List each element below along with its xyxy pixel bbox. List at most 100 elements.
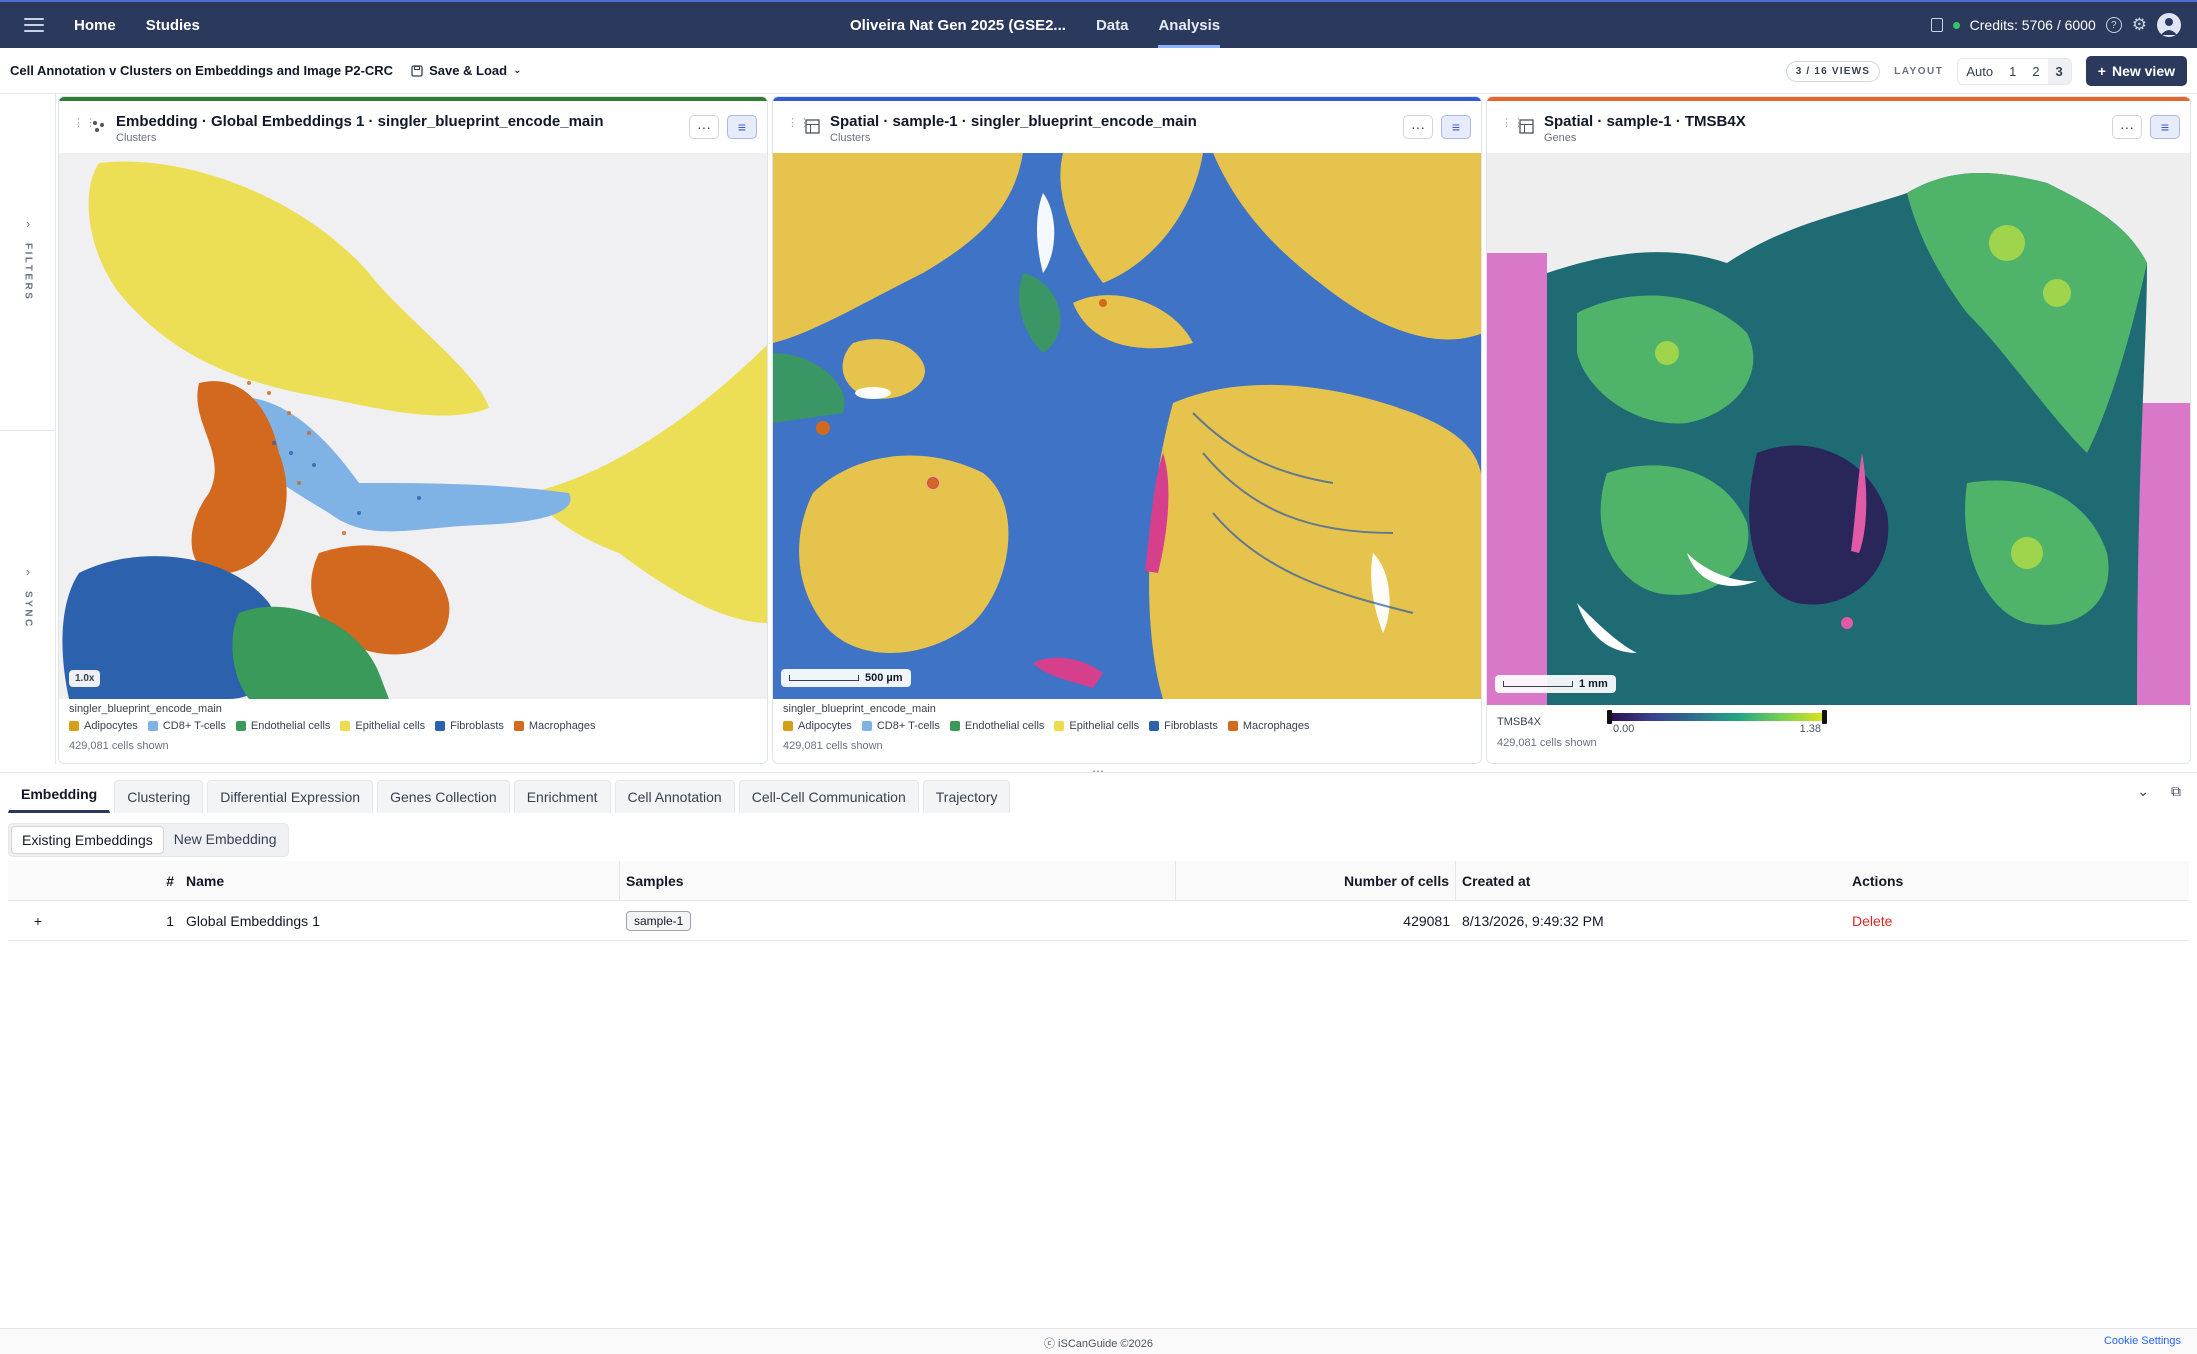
panel-header: ⋮⋮ Spatial · sample-1 · singler_blueprin… xyxy=(773,97,1481,153)
logo-icon: ⓒ xyxy=(1043,1338,1059,1350)
scale-bar-label: 1 mm xyxy=(1579,678,1608,690)
drag-handle-icon[interactable]: ⋮⋮ xyxy=(787,118,810,129)
layout-2[interactable]: 2 xyxy=(2024,59,2047,84)
filter-button[interactable]: ≡ xyxy=(727,115,757,139)
sync-label: SYNC xyxy=(22,591,34,629)
legend-item-cd8-t-cells[interactable]: CD8+ T-cells xyxy=(861,720,940,732)
grid-icon xyxy=(1519,119,1534,134)
layout-auto[interactable]: Auto xyxy=(1958,59,2001,84)
colorbar-max: 1.38 xyxy=(1799,723,1821,735)
column-header-created[interactable]: Created at xyxy=(1456,873,1846,889)
bottom-panel: Embedding Clustering Differential Expres… xyxy=(0,772,2197,1328)
embeddings-table: # Name Samples Number of cells Created a… xyxy=(8,860,2189,941)
legend-item-epithelial[interactable]: Epithelial cells xyxy=(340,720,425,732)
legend-item-endothelial[interactable]: Endothelial cells xyxy=(949,720,1045,732)
panel-title: Spatial · sample-1 · TMSB4X xyxy=(1544,113,1746,130)
legend-item-fibroblasts[interactable]: Fibroblasts xyxy=(1149,720,1218,732)
legend-item-endothelial[interactable]: Endothelial cells xyxy=(235,720,331,732)
panel-subtitle: Genes xyxy=(1544,132,1577,144)
layout-3[interactable]: 3 xyxy=(2047,58,2071,84)
subtab-existing-embeddings[interactable]: Existing Embeddings xyxy=(11,826,164,854)
legend-label: Adipocytes xyxy=(84,720,138,732)
swatch xyxy=(69,721,79,731)
tab-cell-cell-communication[interactable]: Cell-Cell Communication xyxy=(738,780,919,813)
new-view-button[interactable]: + New view xyxy=(2085,56,2187,86)
swatch xyxy=(1054,721,1065,731)
created-at: 8/13/2026, 9:49:32 PM xyxy=(1462,912,1604,929)
color-scale[interactable]: 0.00 1.38 xyxy=(1607,710,1827,735)
legend-label: Fibroblasts xyxy=(450,720,504,732)
range-min-handle[interactable] xyxy=(1607,710,1612,724)
drag-handle-icon[interactable]: ⋮⋮ xyxy=(1501,118,1524,129)
avatar[interactable] xyxy=(2157,13,2181,37)
more-options-button[interactable]: ··· xyxy=(689,115,719,139)
tab-embedding[interactable]: Embedding xyxy=(8,777,111,813)
spatial-clusters-panel: ⋮⋮ Spatial · sample-1 · singler_blueprin… xyxy=(772,96,1482,764)
embedding-plot[interactable]: 1.0x xyxy=(59,153,767,699)
cells-shown-count: 429,081 cells shown xyxy=(783,740,883,752)
legend-items: Adipocytes CD8+ T-cells Endothelial cell… xyxy=(783,720,1471,732)
filters-label: FILTERS xyxy=(22,243,34,302)
legend-item-fibroblasts[interactable]: Fibroblasts xyxy=(435,720,504,732)
spatial-cluster-image[interactable]: 500 µm xyxy=(773,153,1481,699)
tab-clustering[interactable]: Clustering xyxy=(114,780,204,813)
column-header-cells[interactable]: Number of cells xyxy=(1176,860,1456,901)
column-header-samples[interactable]: Samples xyxy=(620,860,1176,901)
pop-out-icon[interactable]: ⧉ xyxy=(2171,783,2181,800)
help-icon[interactable]: ? xyxy=(2105,17,2122,33)
table-row[interactable]: + 1 Global Embeddings 1 sample-1 429081 … xyxy=(8,901,2189,941)
drag-handle-icon[interactable]: ⋮⋮ xyxy=(73,118,96,129)
filter-button[interactable]: ≡ xyxy=(2150,115,2180,139)
gene-colorbar-legend: TMSB4X 0.00 1.38 429,081 cells shown xyxy=(1487,703,2190,763)
embedding-scatter xyxy=(62,161,767,699)
legend-item-epithelial[interactable]: Epithelial cells xyxy=(1054,720,1139,732)
swatch xyxy=(949,721,960,731)
spatial-tissue-map xyxy=(773,153,1481,699)
nav-data[interactable]: Data xyxy=(1096,2,1129,48)
more-options-button[interactable]: ··· xyxy=(1403,115,1433,139)
legend-item-macrophages[interactable]: Macrophages xyxy=(513,720,596,732)
more-options-button[interactable]: ··· xyxy=(2112,115,2142,139)
legend-label: Endothelial cells xyxy=(250,720,331,732)
filters-toggle[interactable]: › FILTERS xyxy=(0,216,56,301)
study-title[interactable]: Oliveira Nat Gen 2025 (GSE2... xyxy=(850,17,1066,34)
study-nav: Oliveira Nat Gen 2025 (GSE2... Data Anal… xyxy=(850,2,1250,48)
legend-label: Endothelial cells xyxy=(964,720,1045,732)
nav-studies[interactable]: Studies xyxy=(146,17,200,34)
range-max-handle[interactable] xyxy=(1822,710,1827,724)
scale-bar-line xyxy=(789,675,859,681)
spatial-gene-panel: ⋮⋮ Spatial · sample-1 · TMSB4X Genes ···… xyxy=(1486,96,2191,764)
nav-home[interactable]: Home xyxy=(74,17,116,34)
delete-button[interactable]: Delete xyxy=(1852,913,1892,929)
nav-analysis[interactable]: Analysis xyxy=(1158,2,1221,48)
swatch xyxy=(783,721,793,731)
tab-genes-collection[interactable]: Genes Collection xyxy=(377,780,510,813)
layout-1[interactable]: 1 xyxy=(2001,59,2024,84)
legend-label: Macrophages xyxy=(528,720,596,732)
gear-icon[interactable]: ⚙ xyxy=(2132,15,2147,35)
spatial-gene-image[interactable]: 1 mm xyxy=(1487,153,2190,705)
actions-cell: Delete xyxy=(1846,913,1966,929)
column-header-name[interactable]: Name xyxy=(180,860,620,901)
legend-item-cd8-t-cells[interactable]: CD8+ T-cells xyxy=(147,720,226,732)
document-icon[interactable] xyxy=(1930,18,1943,32)
legend-item-adipocytes[interactable]: Adipocytes xyxy=(783,720,852,732)
legend-item-adipocytes[interactable]: Adipocytes xyxy=(69,720,138,732)
panel-subtitle: Clusters xyxy=(830,132,871,144)
tab-cell-annotation[interactable]: Cell Annotation xyxy=(614,780,735,813)
filter-button[interactable]: ≡ xyxy=(1441,115,1471,139)
expand-row-icon[interactable]: + xyxy=(8,913,68,929)
menu-icon[interactable] xyxy=(24,18,44,32)
collapse-chevron-icon[interactable]: ⌄ xyxy=(2137,783,2149,800)
legend-item-macrophages[interactable]: Macrophages xyxy=(1227,720,1310,732)
swatch xyxy=(1227,721,1238,731)
tab-trajectory[interactable]: Trajectory xyxy=(922,780,1011,813)
sync-toggle[interactable]: › SYNC xyxy=(0,564,56,629)
tab-enrichment[interactable]: Enrichment xyxy=(513,780,611,813)
panel-title: Embedding · Global Embeddings 1 · single… xyxy=(116,113,604,130)
cells-shown-count: 429,081 cells shown xyxy=(1497,737,1597,749)
save-load-button[interactable]: Save & Load ⌄ xyxy=(411,63,521,78)
subtab-new-embedding[interactable]: New Embedding xyxy=(164,826,287,854)
tab-differential-expression[interactable]: Differential Expression xyxy=(207,780,374,813)
cookie-settings-link[interactable]: Cookie Settings xyxy=(2104,1335,2181,1347)
